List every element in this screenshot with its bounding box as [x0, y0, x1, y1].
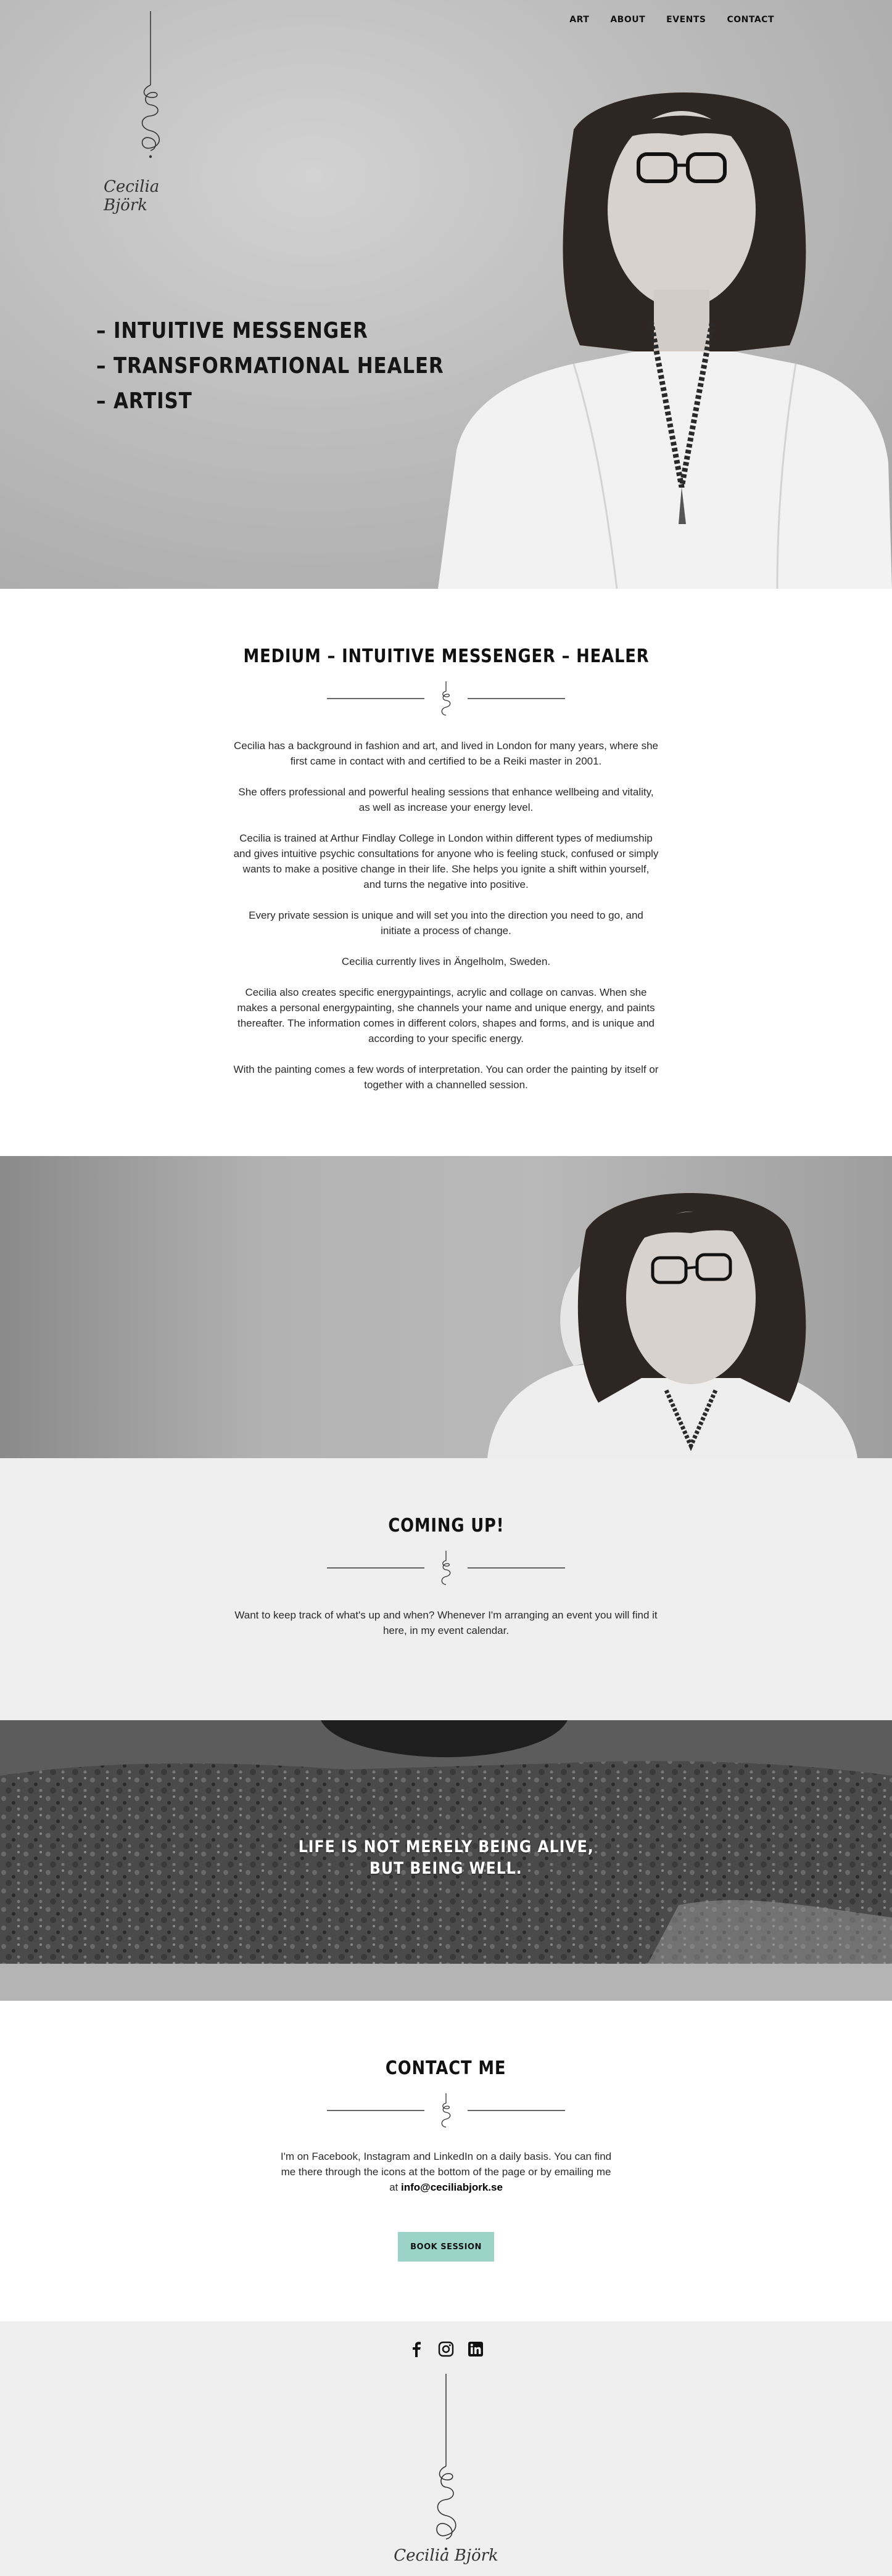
hero-portrait-image — [438, 92, 892, 589]
coming-up-text: Want to keep track of what's up and when… — [234, 1609, 658, 1636]
book-session-button[interactable]: BOOK SESSION — [398, 2232, 494, 2262]
quote-band: LIFE IS NOT MERELY BEING ALIVE, BUT BEIN… — [0, 1720, 892, 1964]
portrait-image — [487, 1193, 857, 1458]
divider-ornament-icon — [327, 681, 565, 716]
nav-item-contact[interactable]: CONTACT — [727, 15, 774, 25]
about-paragraph: With the painting comes a few words of i… — [233, 1064, 659, 1091]
contact-section: CONTACT ME I'm on Facebook, Instagram an… — [0, 2001, 892, 2321]
about-paragraph: Cecilia also creates specific energypain… — [237, 987, 655, 1044]
about-paragraph: She offers professional and powerful hea… — [238, 786, 654, 813]
about-title: MEDIUM – INTUITIVE MESSENGER – HEALER — [243, 646, 649, 667]
nav-item-events[interactable]: EVENTS — [666, 15, 706, 25]
unalome-logo-icon — [141, 11, 160, 158]
social-links — [407, 2340, 485, 2358]
unalome-logo-icon — [436, 2374, 456, 2551]
nav-item-about[interactable]: ABOUT — [610, 15, 645, 25]
portrait-band — [0, 1156, 892, 1458]
hero-line-1: – INTUITIVE MESSENGER — [96, 318, 368, 343]
about-paragraph: Cecilia is trained at Arthur Findlay Col… — [233, 832, 659, 890]
hero-section: ART ABOUT EVENTS CONTACT Cecilia Björk –… — [0, 0, 892, 589]
footer-brand-name: Cecilia Björk — [394, 2546, 498, 2565]
facebook-icon[interactable] — [407, 2340, 426, 2358]
contact-text: I'm on Facebook, Instagram and LinkedIn … — [276, 2149, 616, 2195]
nav-item-art[interactable]: ART — [569, 15, 589, 25]
linkedin-icon[interactable] — [466, 2340, 485, 2358]
separator-strip — [0, 1964, 892, 2001]
hero-line-3: – ARTIST — [96, 388, 192, 414]
about-text: Cecilia has a background in fashion and … — [233, 738, 659, 1108]
main-nav: ART ABOUT EVENTS CONTACT — [569, 15, 774, 25]
logo-name: Cecilia Björk — [104, 178, 160, 215]
about-paragraph: Cecilia currently lives in Ängelholm, Sw… — [341, 956, 551, 967]
divider-ornament-icon — [327, 1551, 565, 1585]
about-paragraph: Cecilia has a background in fashion and … — [234, 740, 658, 767]
divider-ornament-icon — [327, 2093, 565, 2128]
about-paragraph: Every private session is unique and will… — [249, 909, 643, 937]
instagram-icon[interactable] — [437, 2340, 455, 2358]
quote-text: LIFE IS NOT MERELY BEING ALIVE, BUT BEIN… — [0, 1836, 892, 1879]
coming-up-title: COMING UP! — [387, 1515, 505, 1536]
page: ART ABOUT EVENTS CONTACT Cecilia Björk –… — [0, 0, 892, 2576]
quote-line-1: LIFE IS NOT MERELY BEING ALIVE, — [298, 1837, 594, 1856]
contact-title: CONTACT ME — [386, 2057, 506, 2079]
contact-email-link[interactable]: info@ceciliabjork.se — [401, 2181, 503, 2193]
hero-line-2: – TRANSFORMATIONAL HEALER — [96, 353, 444, 379]
quote-line-2: BUT BEING WELL. — [370, 1859, 522, 1878]
coming-up-section: COMING UP! Want to keep track of what's … — [0, 1458, 892, 1720]
about-section: MEDIUM – INTUITIVE MESSENGER – HEALER Ce… — [0, 589, 892, 1156]
footer: Cecilia Björk — [0, 2321, 892, 2576]
site-logo[interactable]: Cecilia Björk — [99, 11, 197, 215]
